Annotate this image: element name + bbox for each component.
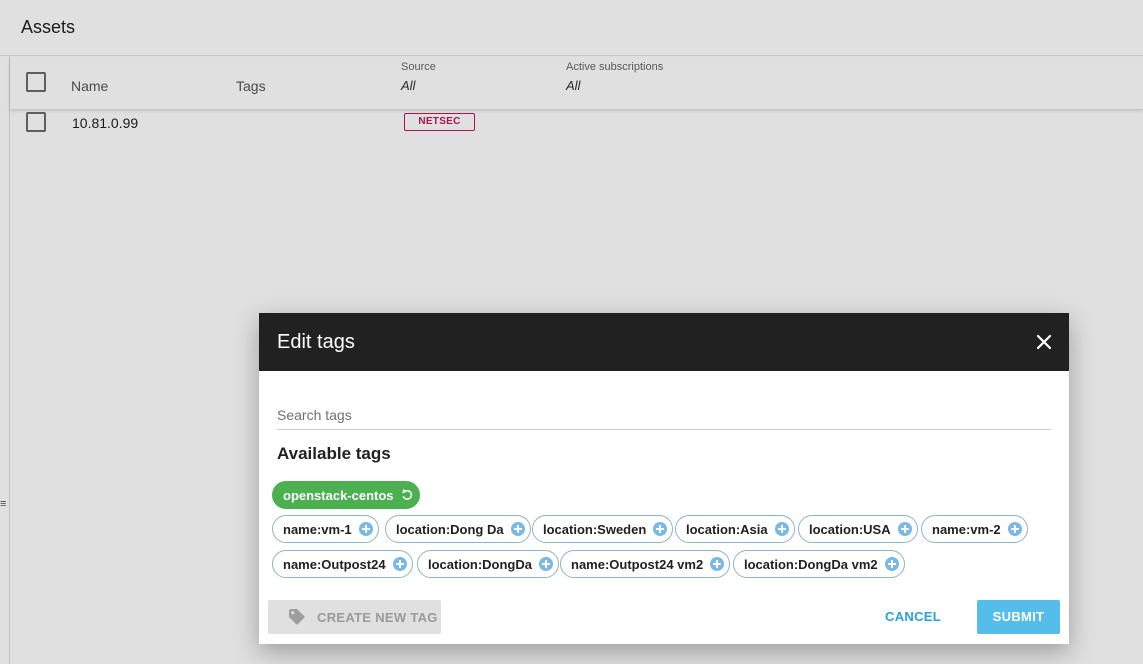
tag-label: location:DongDa vm2 bbox=[744, 556, 878, 572]
close-icon bbox=[1036, 334, 1052, 350]
tag-label: location:Asia bbox=[686, 521, 768, 537]
tag-chip[interactable]: location:Dong Da bbox=[385, 515, 531, 543]
add-tag-icon[interactable] bbox=[710, 557, 725, 571]
tag-label: location:Dong Da bbox=[396, 521, 504, 537]
close-button[interactable] bbox=[1033, 331, 1055, 353]
undo-icon[interactable] bbox=[400, 488, 414, 502]
add-tag-icon[interactable] bbox=[1007, 522, 1022, 536]
tag-chip[interactable]: location:DongDa vm2 bbox=[733, 550, 905, 578]
submit-button[interactable]: SUBMIT bbox=[977, 600, 1060, 634]
add-tag-icon[interactable] bbox=[897, 522, 912, 536]
tag-label: name:vm-1 bbox=[283, 521, 352, 537]
tag-chip[interactable]: location:Asia bbox=[675, 515, 795, 543]
tag-label: name:vm-2 bbox=[932, 521, 1001, 537]
tag-label: location:DongDa bbox=[428, 556, 532, 572]
tag-label: openstack-centos bbox=[283, 487, 394, 503]
search-tags-field bbox=[277, 403, 1051, 430]
dialog-title: Edit tags bbox=[277, 331, 355, 353]
tag-label: name:Outpost24 bbox=[283, 556, 386, 572]
create-new-tag-label: CREATE NEW TAG bbox=[317, 609, 438, 625]
tag-chip[interactable]: name:vm-1 bbox=[272, 515, 379, 543]
cancel-button[interactable]: CANCEL bbox=[885, 609, 941, 624]
tag-chip[interactable]: location:Sweden bbox=[532, 515, 674, 543]
tag-chip[interactable]: name:Outpost24 bbox=[272, 550, 413, 578]
tag-label: location:Sweden bbox=[543, 521, 647, 537]
tag-chip[interactable]: location:DongDa bbox=[417, 550, 559, 578]
dialog-header: Edit tags bbox=[259, 313, 1069, 371]
tag-chip[interactable]: name:vm-2 bbox=[921, 515, 1028, 543]
search-tags-input[interactable] bbox=[277, 403, 1051, 427]
add-tag-icon[interactable] bbox=[358, 522, 373, 536]
tag-chip[interactable]: location:USA bbox=[798, 515, 918, 543]
tag-chip[interactable]: name:Outpost24 vm2 bbox=[560, 550, 731, 578]
add-tag-icon[interactable] bbox=[884, 557, 899, 571]
available-tags-heading: Available tags bbox=[277, 444, 391, 463]
add-tag-icon[interactable] bbox=[510, 522, 525, 536]
add-tag-icon[interactable] bbox=[539, 557, 553, 571]
create-new-tag-button[interactable]: CREATE NEW TAG bbox=[268, 600, 441, 634]
selected-tag-chip[interactable]: openstack-centos bbox=[272, 481, 420, 509]
add-tag-icon[interactable] bbox=[774, 522, 789, 536]
edit-tags-dialog: Edit tags Available tags openstack-cento… bbox=[259, 313, 1069, 644]
tag-icon bbox=[289, 609, 305, 625]
tag-label: name:Outpost24 vm2 bbox=[571, 556, 704, 572]
add-tag-icon[interactable] bbox=[653, 522, 668, 536]
add-tag-icon[interactable] bbox=[392, 557, 407, 571]
tag-label: location:USA bbox=[809, 521, 891, 537]
